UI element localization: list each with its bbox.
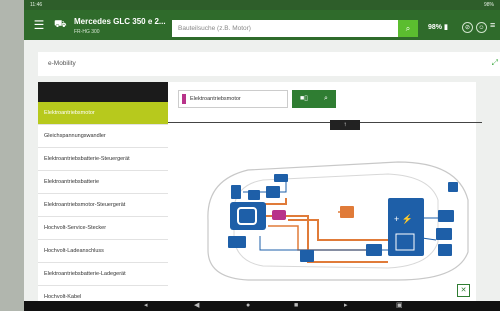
arrow-up-icon: ↑ [343, 122, 347, 128]
list-item[interactable]: Elektroantriebsbatterie [38, 171, 178, 194]
account-icon[interactable]: ☺ [476, 22, 487, 33]
system-navbar: ◂ ◀ ● ■ ▸ ▣ [24, 301, 500, 311]
small-module [436, 228, 452, 240]
list-item[interactable]: Elektroantriebsbatterie-Ladegerät [38, 263, 178, 286]
volume-down-icon[interactable]: ◂ [144, 302, 148, 310]
small-module [448, 182, 458, 192]
component-list: Elektroantriebsmotor Gleichspannungswand… [38, 82, 180, 311]
vehicle-diagram: + ⚡ [207, 161, 469, 281]
list-item[interactable]: Elektroantriebsmotor-Steuergerät [38, 194, 178, 217]
overflow-menu-icon[interactable]: ≡ [490, 20, 495, 30]
battery-plus-minus: + ⚡ [394, 213, 413, 225]
connector-module [366, 244, 382, 256]
small-module [274, 174, 288, 182]
screenshot-icon[interactable]: ▣ [396, 302, 403, 310]
list-item[interactable]: Elektroantriebsmotor [38, 102, 178, 125]
small-module [266, 186, 280, 198]
vehicle-title[interactable]: Mercedes GLC 350 e 2... [74, 17, 166, 26]
divider [168, 122, 482, 123]
small-module [438, 210, 454, 222]
disconnect-icon[interactable]: ⊘ [462, 22, 473, 33]
component-title: Elektroantriebsmotor [190, 96, 241, 102]
toggle-icon: ■▯ [299, 95, 309, 102]
expand-icon[interactable]: ⤢ [492, 58, 498, 68]
collapse-tab[interactable]: ↑ [330, 120, 360, 130]
hv-wire [268, 225, 380, 251]
fullscreen-button[interactable]: ✕ [457, 284, 470, 297]
list-item[interactable]: Elektroantriebsbatterie-Steuergerät [38, 148, 178, 171]
zoom-search-button[interactable]: ⌕ [316, 90, 336, 108]
small-module [438, 244, 452, 256]
car-plug-icon: ⛟ [54, 19, 67, 30]
status-bar: 11:46 98% [24, 0, 500, 10]
component-title-box: Elektroantriebsmotor [178, 90, 288, 108]
search-button[interactable]: ⌕ [398, 20, 418, 37]
component-list-header [38, 82, 178, 102]
view-toggle-button[interactable]: ■▯ [292, 90, 316, 108]
battery-level: 98% ▮ [428, 24, 448, 31]
home-icon[interactable]: ● [246, 302, 250, 310]
back-icon[interactable]: ◀ [194, 302, 199, 310]
status-battery: 98% [483, 2, 494, 8]
breadcrumb-bar: e-Mobility ⤢ [38, 52, 500, 76]
battery-module [388, 198, 424, 256]
small-module [228, 236, 246, 248]
app-header: ☰ ⛟ Mercedes GLC 350 e 2... FR-HG 300 Ba… [24, 10, 500, 40]
fullscreen-icon: ✕ [460, 287, 467, 294]
charger-module [340, 206, 354, 218]
menu-icon[interactable]: ☰ [32, 18, 46, 32]
diagram-panel: Elektroantriebsmotor ■▯ ⌕ ↑ + ⚡ ✕ [168, 82, 482, 311]
component-color-marker [182, 94, 186, 104]
component-search-input[interactable]: Bauteilsuche (z.B. Motor) [172, 20, 398, 37]
charge-port [300, 250, 314, 262]
hv-wire [288, 219, 388, 241]
page-title: e-Mobility [48, 60, 76, 67]
small-module [248, 190, 260, 200]
motor-module [230, 202, 266, 230]
license-plate: FR-HG 300 [74, 29, 100, 35]
recents-icon[interactable]: ■ [294, 302, 298, 310]
list-item[interactable]: Hochvolt-Ladeanschluss [38, 240, 178, 263]
small-module [231, 185, 241, 199]
search-icon: ⌕ [324, 95, 328, 102]
status-time: 11:46 [30, 2, 43, 8]
left-background-strip [0, 0, 24, 311]
volume-up-icon[interactable]: ▸ [344, 302, 348, 310]
search-icon: ⌕ [405, 24, 411, 33]
list-item[interactable]: Gleichspannungswandler [38, 125, 178, 148]
motor-highlight [272, 210, 286, 220]
list-item[interactable]: Hochvolt-Service-Stecker [38, 217, 178, 240]
